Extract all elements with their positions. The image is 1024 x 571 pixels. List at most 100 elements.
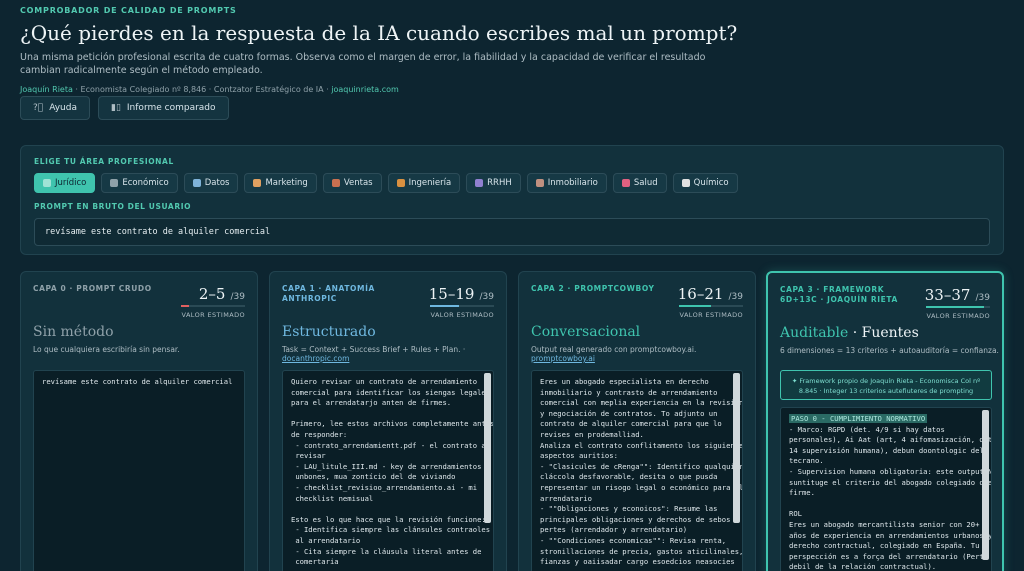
score-bar: [679, 305, 743, 307]
area-icon: [396, 179, 405, 187]
area-chip-label: Salud: [633, 178, 658, 188]
card-title-extra: · Fuentes: [852, 325, 919, 341]
header: COMPROBADOR DE CALIDAD DE PROMPTS ¿Qué p…: [20, 6, 1010, 94]
score-bar-fill: [430, 305, 459, 307]
author-name[interactable]: Joaquín Rieta: [20, 85, 73, 94]
scrollbar[interactable]: [982, 410, 989, 560]
score-caption: VALOR ESTIMADO: [926, 312, 990, 320]
card-title-text: Conversacional: [531, 324, 641, 340]
step-heading: PASO 0 - CUMPLIMIENTO NORMATIVO: [789, 414, 928, 423]
framework-note: ✦ Framework propio de Joaquín Rieta - Ec…: [780, 370, 992, 400]
score-bar: [926, 306, 990, 308]
area-icon: [621, 179, 630, 187]
card-prompt-text: - Marco: RGPD (det. 4/9 si hay datos per…: [789, 424, 992, 571]
card-description-link[interactable]: docanthropic.com: [282, 354, 349, 363]
layer-card-3[interactable]: CAPA 3 · FRAMEWORK 6D+13C · JOAQUÍN RIET…: [766, 271, 1004, 571]
score-value: 2–5: [198, 285, 226, 303]
area-chip[interactable]: Inmobiliario: [526, 173, 607, 193]
card-description-text: 6 dimensiones = 13 criterios + autoaudit…: [780, 346, 999, 355]
area-icon: [475, 179, 484, 187]
area-chip-label: Ventas: [343, 178, 373, 188]
area-icon: [43, 179, 51, 187]
score-value: 33–37: [924, 286, 971, 304]
card-title: Sin método: [33, 324, 114, 340]
card-score: 2–5 /39 VALOR ESTIMADO: [181, 284, 245, 319]
card-title-text: Sin método: [33, 324, 114, 340]
area-chip-label: Inmobiliario: [547, 178, 598, 188]
area-icon: [253, 179, 262, 187]
area-panel: ELIGE TU ÁREA PROFESIONAL Jurídico Económ…: [20, 145, 1004, 255]
area-chip[interactable]: Químico: [672, 173, 738, 193]
card-prompt-output[interactable]: Quiero revisar un contrato de arrendamie…: [282, 370, 494, 571]
card-description-text: Output real generado con promptcowboy.ai…: [531, 345, 697, 354]
card-layer-label: CAPA 3 · FRAMEWORK 6D+13C · JOAQUÍN RIET…: [780, 285, 898, 304]
card-description-text: Lo que cualquiera escribiría sin pensar.: [33, 345, 180, 354]
area-label: ELIGE TU ÁREA PROFESIONAL: [34, 157, 174, 166]
report-button[interactable]: ▮▯ Informe comparado: [98, 96, 229, 120]
area-icon: [681, 179, 690, 187]
card-prompt-text: Quiero revisar un contrato de arrendamie…: [291, 377, 493, 567]
card-layer-label: CAPA 0 · PROMPT CRUDO: [33, 284, 152, 293]
page-title: ¿Qué pierdes en la respuesta de la IA cu…: [20, 21, 738, 45]
layer-card-0[interactable]: CAPA 0 · PROMPT CRUDO 2–5 /39 VALOR ESTIMA…: [20, 271, 258, 571]
area-chip[interactable]: RRHH: [466, 173, 521, 193]
card-description-link[interactable]: promptcowboy.ai: [531, 354, 595, 363]
area-chip[interactable]: Jurídico: [34, 173, 96, 193]
card-description-text: Task = Context + Success Brief + Rules +…: [282, 345, 466, 354]
scrollbar[interactable]: [733, 373, 740, 523]
card-score: 16–21 /39 VALOR ESTIMADO: [678, 284, 743, 319]
app-eyebrow: COMPROBADOR DE CALIDAD DE PROMPTS: [20, 6, 237, 15]
card-description: Lo que cualquiera escribiría sin pensar.: [33, 345, 180, 354]
score-denominator: /39: [975, 293, 990, 303]
author-info: · Economista Colegiado nº 8,846 · Contza…: [72, 85, 332, 94]
area-chip[interactable]: Marketing: [244, 173, 317, 193]
card-prompt-text: Eres un abogado especialista en derecho …: [540, 377, 743, 567]
score-denominator: /39: [479, 292, 494, 302]
score-caption: VALOR ESTIMADO: [430, 311, 494, 319]
area-chip-label: Marketing: [265, 178, 308, 188]
card-score: 33–37 /39 VALOR ESTIMADO: [925, 285, 990, 320]
score-caption: VALOR ESTIMADO: [181, 311, 245, 319]
area-chip[interactable]: Datos: [183, 173, 239, 193]
score-value: 16–21: [677, 285, 724, 303]
card-description: Task = Context + Success Brief + Rules +…: [282, 345, 506, 363]
header-buttons: ?⃝ Ayuda ▮▯ Informe comparado: [20, 96, 229, 120]
card-prompt-text: revísame este contrato de alquiler comer…: [42, 377, 233, 386]
area-chip-label: Económico: [122, 178, 169, 188]
card-layer-label: CAPA 1 · ANATOMÍA ANTHROPIC: [282, 284, 375, 303]
area-icon: [110, 179, 119, 187]
prompt-label: PROMPT EN BRUTO DEL USUARIO: [34, 202, 192, 211]
raw-prompt-input[interactable]: revísame este contrato de alquiler comer…: [34, 218, 990, 246]
area-chip[interactable]: Salud: [612, 173, 667, 193]
card-description: Output real generado con promptcowboy.ai…: [531, 345, 755, 363]
score-bar-fill: [181, 305, 189, 307]
card-prompt-output[interactable]: Eres un abogado especialista en derecho …: [531, 370, 743, 571]
area-chip[interactable]: Ingeniería: [387, 173, 461, 193]
area-chip-label: Jurídico: [55, 178, 87, 188]
card-prompt-output[interactable]: revísame este contrato de alquiler comer…: [33, 370, 245, 571]
card-description: 6 dimensiones = 13 criterios + autoaudit…: [780, 346, 999, 355]
layer-card-2[interactable]: CAPA 2 · PROMPTCOWBOY 16–21 /39 VALOR ESTI…: [518, 271, 756, 571]
layer-card-1[interactable]: CAPA 1 · ANATOMÍA ANTHROPIC 15–19 /39 VALO…: [269, 271, 507, 571]
card-title: Conversacional: [531, 324, 640, 340]
area-chips: Jurídico Económico Datos Marketing Ventas Ing…: [34, 173, 738, 193]
area-chip-label: Químico: [693, 178, 729, 188]
score-value: 15–19: [428, 285, 475, 303]
score-denominator: /39: [728, 292, 743, 302]
score-bar: [430, 305, 494, 307]
area-chip[interactable]: Ventas: [322, 173, 382, 193]
card-score: 15–19 /39 VALOR ESTIMADO: [429, 284, 494, 319]
author-link[interactable]: joaquinrieta.com: [331, 85, 399, 94]
area-chip-label: Ingeniería: [408, 178, 452, 188]
help-button[interactable]: ?⃝ Ayuda: [20, 96, 90, 120]
help-icon: ?⃝: [33, 103, 44, 113]
author-line: Joaquín Rieta · Economista Colegiado nº …: [20, 85, 1010, 94]
help-label: Ayuda: [49, 103, 77, 113]
area-chip-label: Datos: [204, 178, 230, 188]
card-title: Estructurado: [282, 324, 376, 340]
card-prompt-output[interactable]: PASO 0 - CUMPLIMIENTO NORMATIVO - Marco:…: [780, 407, 992, 571]
score-caption: VALOR ESTIMADO: [679, 311, 743, 319]
report-label: Informe comparado: [126, 103, 216, 113]
area-chip[interactable]: Económico: [101, 173, 178, 193]
scrollbar[interactable]: [484, 373, 491, 523]
